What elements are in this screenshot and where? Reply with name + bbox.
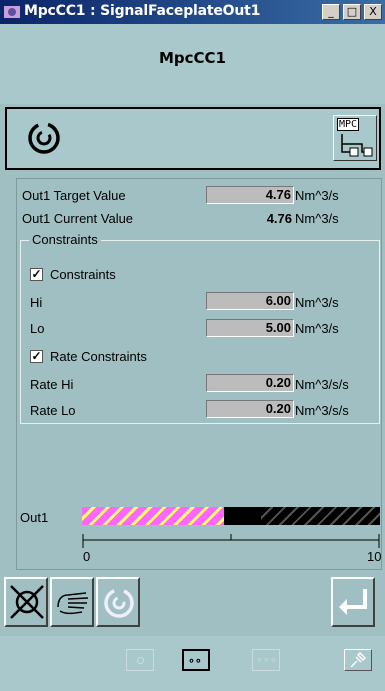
app-icon xyxy=(4,6,20,18)
mpc-block-icon[interactable]: MPC xyxy=(333,115,377,161)
rate-lo-unit: Nm^3/s/s xyxy=(295,403,349,418)
bar-label: Out1 xyxy=(20,510,49,525)
output-bar-fill xyxy=(82,507,224,525)
auto-mode-icon xyxy=(28,122,60,154)
rate-hi-field[interactable]: 0.20 xyxy=(206,374,294,392)
lo-unit: Nm^3/s xyxy=(295,321,339,336)
target-unit: Nm^3/s xyxy=(295,188,339,203)
constraints-checkbox-label: Constraints xyxy=(50,267,116,282)
block-name: MpcCC1 xyxy=(158,49,226,67)
current-unit: Nm^3/s xyxy=(295,211,339,226)
current-value-label: Out1 Current Value xyxy=(22,211,134,226)
triple-dot-icon: ∘∘∘ xyxy=(256,654,277,666)
constraints-checkbox[interactable]: ✓ xyxy=(30,268,43,281)
bar-max-label: 10 xyxy=(367,549,382,564)
rate-constraints-checkbox-label: Rate Constraints xyxy=(50,349,147,364)
window-title: MpcCC1 : SignalFaceplateOut1 xyxy=(24,3,261,19)
minimize-button[interactable]: _ xyxy=(322,4,340,20)
rate-constraints-checkbox[interactable]: ✓ xyxy=(30,350,43,363)
single-view-button[interactable] xyxy=(126,649,154,671)
manual-hand-icon xyxy=(57,592,89,615)
stop-icon xyxy=(10,585,44,619)
enter-button[interactable] xyxy=(331,577,375,627)
mpc-label: MPC xyxy=(337,118,360,131)
hi-label: Hi xyxy=(30,295,43,310)
rate-hi-label: Rate Hi xyxy=(30,377,74,392)
maximize-button[interactable]: □ xyxy=(343,4,361,20)
output-bar-remaining xyxy=(261,507,380,525)
rate-lo-field[interactable]: 0.20 xyxy=(206,400,294,418)
lo-label: Lo xyxy=(30,321,45,336)
faceplate-header: MpcCC1 xyxy=(0,24,385,104)
rate-hi-unit: Nm^3/s/s xyxy=(295,377,349,392)
enter-icon xyxy=(339,589,367,615)
icon-panel: MPC xyxy=(5,107,381,170)
hi-field[interactable]: 6.00 xyxy=(206,292,294,310)
bar-min-label: 0 xyxy=(83,549,91,564)
double-dot-icon: ∘∘ xyxy=(188,655,202,667)
constraints-legend: Constraints xyxy=(29,232,101,247)
hi-unit: Nm^3/s xyxy=(295,295,339,310)
double-view-button[interactable]: ∘∘ xyxy=(182,649,210,671)
output-bar xyxy=(82,507,380,525)
current-value: 4.76 xyxy=(266,211,292,226)
single-dot-icon xyxy=(137,657,144,664)
pin-button[interactable] xyxy=(344,649,372,671)
stop-button[interactable] xyxy=(4,577,48,627)
target-value-field[interactable]: 4.76 xyxy=(206,186,294,204)
mpc-diagram-icon xyxy=(341,134,373,157)
bar-scale xyxy=(82,534,380,548)
auto-mode-button[interactable] xyxy=(96,577,140,627)
pin-icon xyxy=(350,652,367,668)
target-value-label: Out1 Target Value xyxy=(22,188,126,203)
close-button[interactable]: X xyxy=(364,4,382,20)
manual-mode-button[interactable] xyxy=(50,577,94,627)
rate-lo-label: Rate Lo xyxy=(30,403,76,418)
triple-view-button[interactable]: ∘∘∘ xyxy=(252,649,280,671)
lo-field[interactable]: 5.00 xyxy=(206,319,294,337)
window-titlebar[interactable]: MpcCC1 : SignalFaceplateOut1 _ □ X xyxy=(0,0,385,24)
auto-swirl-icon xyxy=(104,588,134,618)
